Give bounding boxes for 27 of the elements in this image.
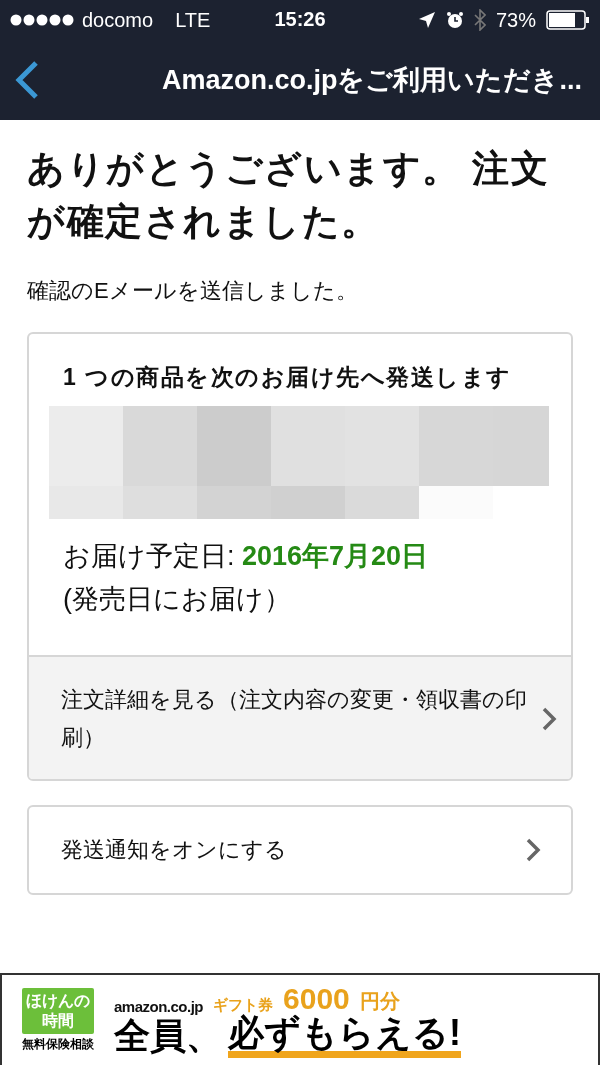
ad-headline: 全員、 xyxy=(114,1014,222,1058)
gift-label: ギフト券 xyxy=(213,995,274,1014)
confirmation-heading: ありがとうございます。 注文が確定されました。 xyxy=(27,147,551,244)
location-icon xyxy=(417,11,436,29)
battery-icon xyxy=(546,10,590,30)
back-icon[interactable] xyxy=(14,60,40,100)
email-sent-message: 確認のEメールを送信しました。 xyxy=(27,277,359,305)
shipment-title: 1 つの商品を次のお届け先へ発送します xyxy=(63,363,513,392)
brand-name: amazon.co.jp xyxy=(114,997,204,1015)
gift-amount: 6000 xyxy=(283,982,350,1015)
order-details-link[interactable]: 注文詳細を見る（注文内容の変更・領収書の印刷） xyxy=(29,655,571,779)
carrier-name: docomo xyxy=(82,8,154,32)
chevron-icon xyxy=(541,706,557,732)
chevron-icon xyxy=(525,837,541,863)
ad-headline: 必ずもらえる! xyxy=(228,1014,461,1058)
clock-time: 15:26 xyxy=(274,8,326,31)
bluetooth-icon xyxy=(473,9,486,31)
logo-caption: 無料保険相談 xyxy=(22,1035,94,1053)
alarm-icon xyxy=(445,11,464,29)
delivery-date-text: お届け予定日: 2016年7月20日 (発売日にお届け） xyxy=(63,540,430,616)
window-title: Amazon.co.jpをご利用いただき... xyxy=(161,64,582,97)
network-type: LTE xyxy=(175,8,211,32)
amount-unit: 円分 xyxy=(359,988,400,1014)
logo-badge: ほけんの 時間 xyxy=(22,987,94,1034)
battery-percent: 73% xyxy=(495,8,536,32)
signal-icon xyxy=(10,13,74,27)
action-row[interactable]: 発送通知をオンにする xyxy=(27,805,573,895)
